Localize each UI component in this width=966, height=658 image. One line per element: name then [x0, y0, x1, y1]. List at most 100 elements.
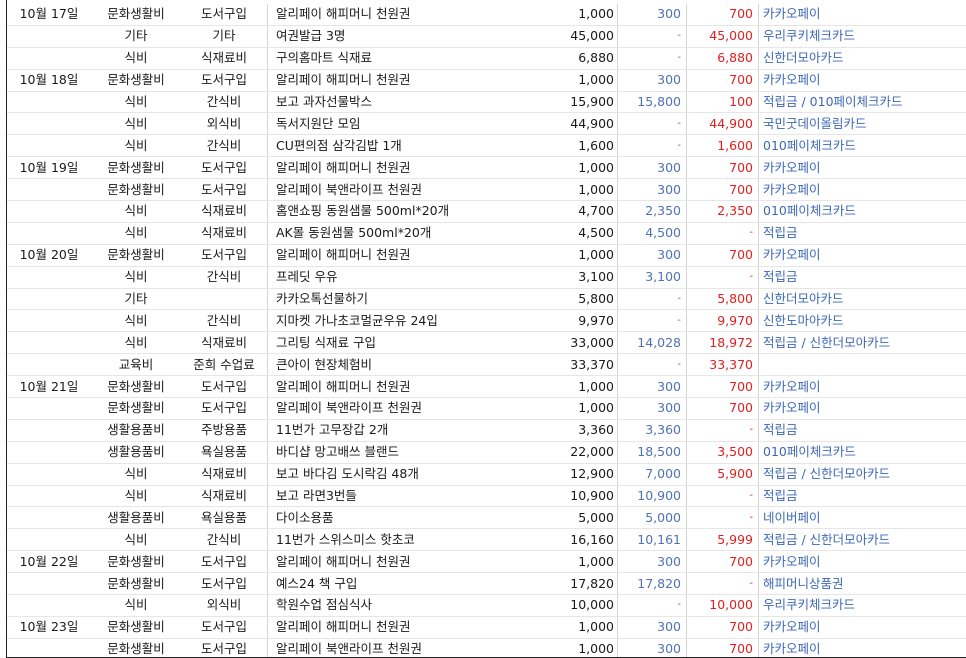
description-cell[interactable]: 알리페이 해피머니 천원권: [267, 244, 528, 267]
category-cell[interactable]: 문화생활비: [91, 572, 181, 596]
category-cell[interactable]: 식비: [91, 463, 181, 486]
subcategory-cell[interactable]: 준희 수업료: [181, 353, 268, 377]
points-cell[interactable]: -: [617, 353, 687, 377]
paid-amount-cell[interactable]: 33,370: [686, 353, 759, 377]
subcategory-cell[interactable]: 주방용품: [181, 419, 268, 442]
points-cell[interactable]: 300: [617, 244, 687, 267]
payment-method-cell[interactable]: 카카오페이: [758, 244, 966, 267]
date-cell[interactable]: [7, 309, 91, 333]
description-cell[interactable]: 프레딧 우유: [267, 266, 528, 289]
points-cell[interactable]: 300: [617, 397, 687, 420]
amount-cell[interactable]: 6,880: [528, 47, 618, 70]
payment-method-cell[interactable]: 적립금 / 신한더모아카드: [758, 528, 966, 552]
date-cell[interactable]: 10월 19일: [7, 156, 91, 180]
date-cell[interactable]: [7, 200, 91, 223]
payment-method-cell[interactable]: 적립금 / 신한더모아카드: [758, 463, 966, 486]
description-cell[interactable]: 학원수업 점심식사: [267, 594, 528, 617]
points-cell[interactable]: 10,161: [617, 528, 687, 552]
payment-method-cell[interactable]: 카카오페이: [758, 638, 966, 658]
payment-method-cell[interactable]: 네이버페이: [758, 506, 966, 530]
date-cell[interactable]: [7, 528, 91, 552]
date-cell[interactable]: [7, 638, 91, 658]
date-cell[interactable]: 10월 22일: [7, 550, 91, 574]
category-cell[interactable]: 식비: [91, 112, 181, 136]
category-cell[interactable]: 문화생활비: [91, 4, 181, 26]
category-cell[interactable]: 생활용품비: [91, 506, 181, 530]
description-cell[interactable]: 11번가 스위스미스 핫초코: [267, 528, 528, 552]
points-cell[interactable]: 10,900: [617, 485, 687, 508]
paid-amount-cell[interactable]: 1,600: [686, 134, 759, 158]
payment-method-cell[interactable]: 카카오페이: [758, 69, 966, 92]
category-cell[interactable]: 문화생활비: [91, 375, 181, 399]
points-cell[interactable]: 300: [617, 550, 687, 574]
amount-cell[interactable]: 17,820: [528, 572, 618, 596]
subcategory-cell[interactable]: 식재료비: [181, 200, 268, 223]
date-cell[interactable]: [7, 572, 91, 596]
subcategory-cell[interactable]: 도서구입: [181, 69, 268, 92]
date-cell[interactable]: [7, 331, 91, 355]
payment-method-cell[interactable]: 카카오페이: [758, 4, 966, 26]
date-cell[interactable]: [7, 47, 91, 70]
description-cell[interactable]: 알리페이 북앤라이프 천원권: [267, 178, 528, 202]
amount-cell[interactable]: 33,000: [528, 331, 618, 355]
subcategory-cell[interactable]: 도서구입: [181, 616, 268, 639]
category-cell[interactable]: 기타: [91, 25, 181, 48]
subcategory-cell[interactable]: 식재료비: [181, 47, 268, 70]
description-cell[interactable]: 알리페이 해피머니 천원권: [267, 69, 528, 92]
description-cell[interactable]: 독서지원단 모임: [267, 112, 528, 136]
points-cell[interactable]: -: [617, 112, 687, 136]
amount-cell[interactable]: 33,370: [528, 353, 618, 377]
category-cell[interactable]: 식비: [91, 222, 181, 245]
payment-method-cell[interactable]: 카카오페이: [758, 616, 966, 639]
payment-method-cell[interactable]: 010페이체크카드: [758, 134, 966, 158]
points-cell[interactable]: 7,000: [617, 463, 687, 486]
subcategory-cell[interactable]: 도서구입: [181, 397, 268, 420]
category-cell[interactable]: 식비: [91, 528, 181, 552]
category-cell[interactable]: 식비: [91, 47, 181, 70]
amount-cell[interactable]: 9,970: [528, 309, 618, 333]
amount-cell[interactable]: 5,000: [528, 506, 618, 530]
category-cell[interactable]: 문화생활비: [91, 156, 181, 180]
description-cell[interactable]: 여권발급 3명: [267, 25, 528, 48]
category-cell[interactable]: 문화생활비: [91, 178, 181, 202]
paid-amount-cell[interactable]: 700: [686, 397, 759, 420]
paid-amount-cell[interactable]: 44,900: [686, 112, 759, 136]
paid-amount-cell[interactable]: -: [686, 222, 759, 245]
description-cell[interactable]: 알리페이 북앤라이프 천원권: [267, 397, 528, 420]
payment-method-cell[interactable]: 신한더모아카드: [758, 288, 966, 311]
subcategory-cell[interactable]: 간식비: [181, 528, 268, 552]
payment-method-cell[interactable]: 010페이체크카드: [758, 200, 966, 223]
description-cell[interactable]: 11번가 고무장갑 2개: [267, 419, 528, 442]
paid-amount-cell[interactable]: 700: [686, 156, 759, 180]
date-cell[interactable]: [7, 463, 91, 486]
amount-cell[interactable]: 3,360: [528, 419, 618, 442]
category-cell[interactable]: 문화생활비: [91, 550, 181, 574]
subcategory-cell[interactable]: 도서구입: [181, 156, 268, 180]
category-cell[interactable]: 교육비: [91, 353, 181, 377]
payment-method-cell[interactable]: 카카오페이: [758, 550, 966, 574]
category-cell[interactable]: 식비: [91, 91, 181, 114]
category-cell[interactable]: 기타: [91, 288, 181, 311]
points-cell[interactable]: 300: [617, 69, 687, 92]
subcategory-cell[interactable]: 욕실용품: [181, 441, 268, 464]
paid-amount-cell[interactable]: 45,000: [686, 25, 759, 48]
date-cell[interactable]: 10월 23일: [7, 616, 91, 639]
category-cell[interactable]: 생활용품비: [91, 419, 181, 442]
description-cell[interactable]: 홈앤쇼핑 동원샘물 500ml*20개: [267, 200, 528, 223]
amount-cell[interactable]: 5,800: [528, 288, 618, 311]
amount-cell[interactable]: 3,100: [528, 266, 618, 289]
paid-amount-cell[interactable]: 18,972: [686, 331, 759, 355]
amount-cell[interactable]: 22,000: [528, 441, 618, 464]
date-cell[interactable]: [7, 222, 91, 245]
points-cell[interactable]: 15,800: [617, 91, 687, 114]
date-cell[interactable]: [7, 441, 91, 464]
description-cell[interactable]: 알리페이 북앤라이프 천원권: [267, 638, 528, 658]
amount-cell[interactable]: 4,700: [528, 200, 618, 223]
category-cell[interactable]: 문화생활비: [91, 244, 181, 267]
payment-method-cell[interactable]: 해피머니상품권: [758, 572, 966, 596]
subcategory-cell[interactable]: [181, 288, 268, 311]
date-cell[interactable]: [7, 25, 91, 48]
date-cell[interactable]: [7, 112, 91, 136]
points-cell[interactable]: 3,360: [617, 419, 687, 442]
date-cell[interactable]: [7, 288, 91, 311]
